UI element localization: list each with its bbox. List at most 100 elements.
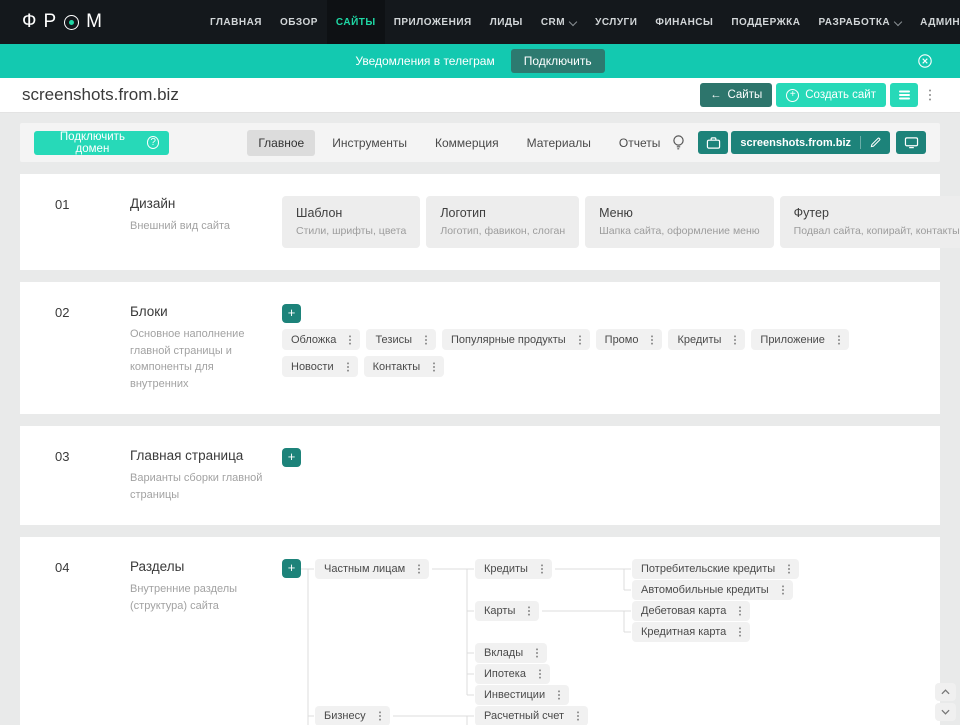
tree-node-chip[interactable]: Расчетный счет bbox=[475, 706, 589, 725]
chip-menu-button[interactable] bbox=[739, 631, 742, 633]
block-chip[interactable]: Кредиты bbox=[668, 329, 746, 350]
section-number: 03 bbox=[55, 449, 70, 464]
tree-node-chip[interactable]: Автомобильные кредиты bbox=[632, 580, 793, 600]
chip-label: Промо bbox=[604, 333, 639, 346]
create-site-button[interactable]: + Создать сайт bbox=[776, 83, 886, 107]
add-section-button[interactable]: + bbox=[282, 559, 301, 578]
block-chip[interactable]: Тезисы bbox=[366, 329, 437, 350]
nav-item[interactable]: ПОДДЕРЖКА bbox=[722, 0, 809, 44]
nav-item-label: АДМИНИСТРИРОВАНИЕ bbox=[920, 16, 960, 28]
chip-menu-button[interactable] bbox=[346, 365, 349, 368]
chip-menu-button[interactable] bbox=[433, 365, 436, 368]
tree-node-chip[interactable]: Частным лицам bbox=[315, 559, 430, 579]
tree-node-chip[interactable]: Потребительские кредиты bbox=[632, 559, 800, 579]
block-chip[interactable]: Популярные продукты bbox=[442, 329, 590, 350]
tree-node-chip[interactable]: Кредиты bbox=[475, 559, 552, 579]
design-card[interactable]: Меню Шапка сайта, оформление меню bbox=[585, 196, 774, 248]
tree-node-label: Инвестиции bbox=[484, 689, 546, 701]
design-card[interactable]: Футер Подвал сайта, копирайт, контакты bbox=[779, 196, 960, 248]
chip-menu-button[interactable] bbox=[528, 610, 531, 612]
tree-node-chip[interactable]: Вклады bbox=[475, 643, 548, 663]
tab[interactable]: Отчеты bbox=[608, 130, 671, 156]
nav-item[interactable]: УСЛУГИ bbox=[586, 0, 646, 44]
nav-item[interactable]: ФИНАНСЫ bbox=[646, 0, 722, 44]
pencil-icon[interactable] bbox=[870, 137, 881, 148]
kebab-icon bbox=[578, 338, 581, 341]
chip-menu-button[interactable] bbox=[578, 338, 581, 341]
tab[interactable]: Главное bbox=[247, 129, 316, 156]
back-to-sites-button[interactable]: ← Сайты bbox=[699, 83, 773, 107]
scroll-up-button[interactable] bbox=[935, 683, 956, 701]
chip-menu-button[interactable] bbox=[577, 715, 580, 717]
scroll-down-button[interactable] bbox=[935, 703, 956, 721]
nav-item[interactable]: АДМИНИСТРИРОВАНИЕ bbox=[911, 0, 960, 44]
publish-button[interactable] bbox=[698, 131, 729, 154]
chip-menu-button[interactable] bbox=[651, 338, 654, 341]
chip-menu-button[interactable] bbox=[538, 673, 541, 675]
tree-node-chip[interactable]: Инвестиции bbox=[475, 685, 570, 705]
nav-item[interactable]: CRM bbox=[532, 0, 586, 44]
design-card[interactable]: Шаблон Стили, шрифты, цвета bbox=[282, 196, 421, 248]
chip-label: Контакты bbox=[372, 360, 421, 373]
tree-node-chip[interactable]: Бизнесу bbox=[315, 706, 390, 725]
preview-button[interactable] bbox=[896, 131, 926, 154]
block-chip[interactable]: Промо bbox=[595, 329, 663, 350]
tree-node-chip[interactable]: Кредитная карта bbox=[632, 622, 751, 642]
connect-domain-button[interactable]: Подключить домен ? bbox=[34, 130, 170, 155]
tree-node-chip[interactable]: Дебетовая карта bbox=[632, 601, 751, 621]
chip-menu-button[interactable] bbox=[378, 715, 381, 717]
section-title: Блоки bbox=[130, 304, 168, 319]
add-homepage-variant-button[interactable]: + bbox=[282, 448, 301, 467]
nav-item-label: УСЛУГИ bbox=[595, 16, 638, 28]
chip-menu-button[interactable] bbox=[837, 338, 840, 341]
chip-label: Приложение bbox=[760, 333, 825, 346]
chip-menu-button[interactable] bbox=[418, 568, 421, 570]
brand-logo[interactable]: ФРМ bbox=[22, 11, 109, 33]
tab[interactable]: Материалы bbox=[516, 130, 602, 156]
tab[interactable]: Коммерция bbox=[424, 130, 510, 156]
tree-node-chip[interactable]: Ипотека bbox=[475, 664, 550, 684]
telegram-connect-button[interactable]: Подключить bbox=[510, 49, 605, 73]
chip-menu-button[interactable] bbox=[425, 338, 428, 341]
kebab-icon bbox=[734, 338, 737, 341]
section-number: 01 bbox=[55, 197, 70, 212]
lightbulb-icon[interactable] bbox=[671, 134, 686, 151]
design-card[interactable]: Логотип Логотип, фавикон, слоган bbox=[426, 196, 580, 248]
chip-label: Новости bbox=[291, 360, 334, 373]
nav-item[interactable]: ПРИЛОЖЕНИЯ bbox=[385, 0, 481, 44]
nav-item[interactable]: РАЗРАБОТКА bbox=[809, 0, 911, 44]
chip-menu-button[interactable] bbox=[781, 589, 784, 591]
site-domain-badge[interactable]: screenshots.from.biz bbox=[731, 131, 890, 154]
card-title: Логотип bbox=[440, 206, 486, 220]
chip-menu-button[interactable] bbox=[788, 568, 791, 570]
nav-item[interactable]: САЙТЫ bbox=[326, 0, 385, 44]
chip-menu-button[interactable] bbox=[558, 694, 561, 696]
block-chip[interactable]: Приложение bbox=[751, 329, 849, 350]
card-subtitle: Логотип, фавикон, слоган bbox=[440, 225, 566, 237]
nav-item[interactable]: ОБЗОР bbox=[271, 0, 327, 44]
block-chip[interactable]: Новости bbox=[282, 356, 358, 377]
kebab-icon bbox=[346, 365, 349, 368]
block-chip[interactable]: Обложка bbox=[282, 329, 361, 350]
close-icon[interactable] bbox=[918, 54, 932, 68]
add-block-button[interactable]: + bbox=[282, 304, 301, 323]
chip-menu-button[interactable] bbox=[349, 338, 352, 341]
chip-menu-button[interactable] bbox=[540, 568, 543, 570]
kebab-icon bbox=[418, 568, 421, 570]
kebab-icon bbox=[651, 338, 654, 341]
tree-node-label: Ипотека bbox=[484, 668, 526, 680]
chip-label: Кредиты bbox=[677, 333, 722, 346]
chip-menu-button[interactable] bbox=[734, 338, 737, 341]
nav-item[interactable]: ЛИДЫ bbox=[481, 0, 532, 44]
list-menu-button[interactable] bbox=[890, 83, 918, 107]
chip-menu-button[interactable] bbox=[536, 652, 539, 654]
chip-menu-button[interactable] bbox=[739, 610, 742, 612]
kebab-icon bbox=[528, 610, 531, 612]
tree-node-label: Вклады bbox=[484, 647, 524, 659]
block-chip[interactable]: Контакты bbox=[363, 356, 445, 377]
tab[interactable]: Инструменты bbox=[321, 130, 418, 156]
block-chips: Обложка Тезисы Популярные продукты Промо Кре… bbox=[282, 329, 920, 377]
nav-item[interactable]: ГЛАВНАЯ bbox=[201, 0, 271, 44]
more-options-button[interactable] bbox=[922, 83, 938, 107]
tree-node-chip[interactable]: Карты bbox=[475, 601, 540, 621]
